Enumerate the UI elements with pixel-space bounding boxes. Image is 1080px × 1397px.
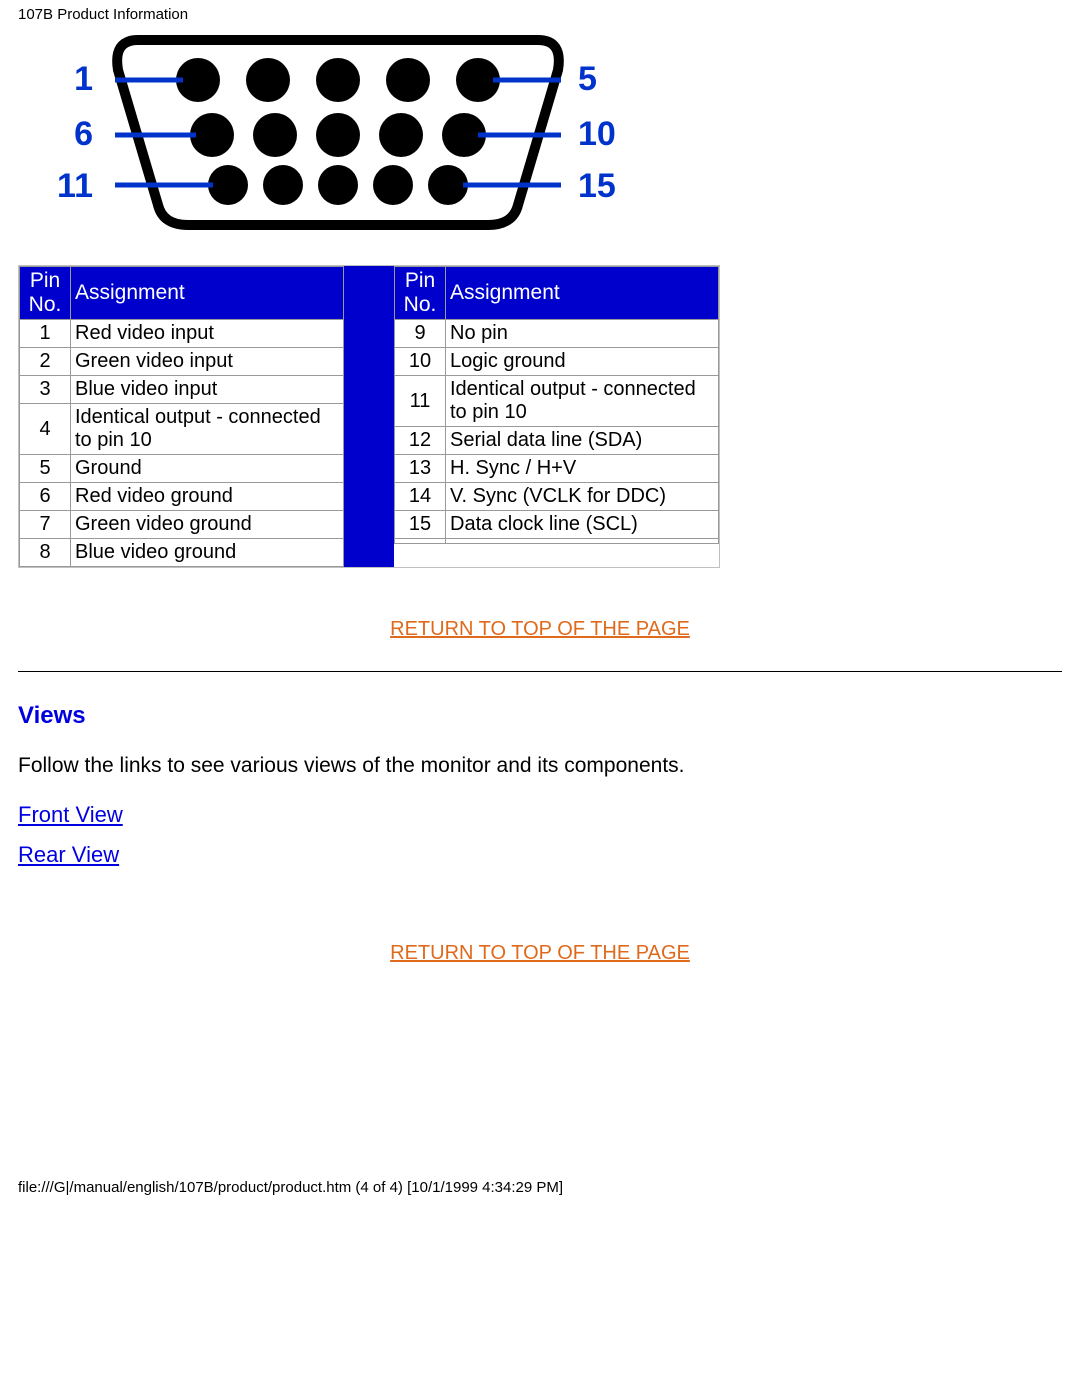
return-to-top-link[interactable]: RETURN TO TOP OF THE PAGE xyxy=(390,618,690,640)
table-row: 6Red video ground xyxy=(20,483,344,511)
pin-label-6: 6 xyxy=(74,115,93,153)
table-row: 7Green video ground xyxy=(20,511,344,539)
pin-label-5: 5 xyxy=(578,60,597,98)
views-description: Follow the links to see various views of… xyxy=(18,754,1062,778)
table-row: 4Identical output - connected to pin 10 xyxy=(20,404,344,455)
table-row: 1Red video input xyxy=(20,320,344,348)
header-assignment: Assignment xyxy=(446,267,719,320)
pin-label-10: 10 xyxy=(578,115,616,153)
header-assignment: Assignment xyxy=(71,267,344,320)
table-row: 11Identical output - connected to pin 10 xyxy=(395,376,719,427)
header-pin-no: Pin No. xyxy=(395,267,446,320)
table-row xyxy=(395,539,719,544)
table-row: 12Serial data line (SDA) xyxy=(395,427,719,455)
pin-label-11: 11 xyxy=(57,167,93,205)
views-heading: Views xyxy=(18,702,1062,730)
pin-label-1: 1 xyxy=(74,60,93,98)
table-row: 10Logic ground xyxy=(395,348,719,376)
section-divider xyxy=(18,671,1062,672)
table-row: 15Data clock line (SCL) xyxy=(395,511,719,539)
table-row: 14V. Sync (VCLK for DDC) xyxy=(395,483,719,511)
table-row: 5Ground xyxy=(20,455,344,483)
table-row: 3Blue video input xyxy=(20,376,344,404)
front-view-link[interactable]: Front View xyxy=(18,802,123,828)
page-header: 107B Product Information xyxy=(0,0,1080,25)
table-row: 8Blue video ground xyxy=(20,539,344,567)
footer-path: file:///G|/manual/english/107B/product/p… xyxy=(0,1175,1080,1206)
table-row: 2Green video input xyxy=(20,348,344,376)
pin-assignment-table: Pin No. Assignment 1Red video input 2Gre… xyxy=(18,265,720,568)
rear-view-link[interactable]: Rear View xyxy=(18,842,119,868)
table-row: 9No pin xyxy=(395,320,719,348)
return-to-top-link[interactable]: RETURN TO TOP OF THE PAGE xyxy=(390,942,690,964)
table-row: 13H. Sync / H+V xyxy=(395,455,719,483)
connector-diagram: 1 6 11 5 10 15 xyxy=(18,25,1062,235)
header-pin-no: Pin No. xyxy=(20,267,71,320)
pin-label-15: 15 xyxy=(578,167,616,205)
